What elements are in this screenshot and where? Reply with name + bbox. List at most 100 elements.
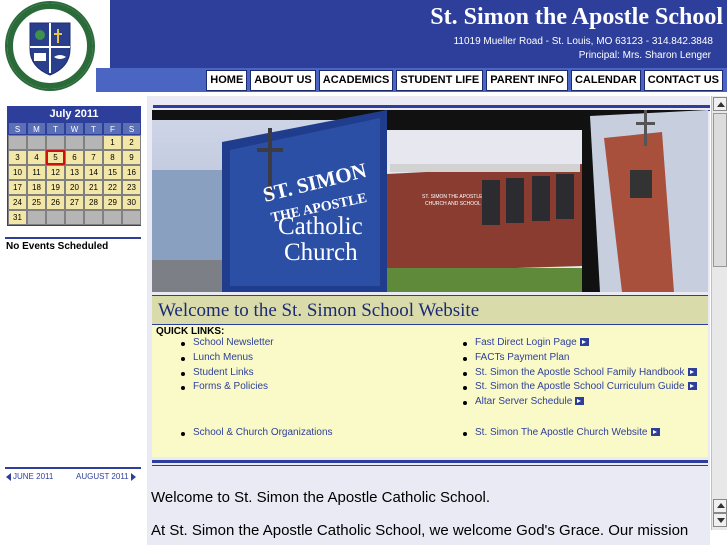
calendar-day-cell[interactable]: 20 bbox=[65, 180, 84, 195]
calendar-day-cell[interactable]: 2 bbox=[122, 135, 141, 150]
school-seal-logo[interactable] bbox=[4, 1, 96, 91]
link-family-handbook[interactable]: St. Simon the Apostle School Family Hand… bbox=[475, 367, 697, 378]
calendar-day-cell[interactable]: 25 bbox=[27, 195, 46, 210]
calendar-day-cell[interactable]: 18 bbox=[27, 180, 46, 195]
link-facts-payment-plan[interactable]: FACTs Payment Plan bbox=[475, 352, 569, 363]
external-link-icon bbox=[650, 428, 660, 436]
calendar-day-cell[interactable]: 3 bbox=[8, 150, 27, 165]
calendar-day-of-week: S bbox=[122, 122, 141, 135]
calendar-day-cell[interactable]: 6 bbox=[65, 150, 84, 165]
nav-calendar[interactable]: CALENDAR bbox=[570, 70, 641, 91]
external-link-icon bbox=[687, 368, 697, 376]
link-student-links[interactable]: Student Links bbox=[193, 367, 254, 378]
bullet-icon bbox=[463, 432, 467, 436]
calendar-month-title: July 2011 bbox=[49, 108, 99, 120]
sign-line-4: Church bbox=[284, 239, 358, 266]
calendar-grid: S M T W T F S 1 2 3 4 5 6 7 8 9 10 11 12 13 14 15 16 17 18 19 20 21… bbox=[8, 122, 141, 225]
calendar-day-of-week: T bbox=[46, 122, 65, 135]
divider bbox=[5, 467, 141, 469]
calendar-day-cell[interactable]: 12 bbox=[46, 165, 65, 180]
link-lunch-menus[interactable]: Lunch Menus bbox=[193, 352, 253, 363]
calendar-day-cell[interactable]: 19 bbox=[46, 180, 65, 195]
calendar-empty-cell bbox=[84, 135, 103, 150]
calendar-day-cell[interactable]: 23 bbox=[122, 180, 141, 195]
calendar-day-of-week: F bbox=[103, 122, 122, 135]
calendar-day-cell[interactable]: 31 bbox=[8, 210, 27, 225]
link-school-church-organizations[interactable]: School & Church Organizations bbox=[193, 427, 333, 438]
bullet-icon bbox=[181, 386, 185, 390]
welcome-banner: Welcome to the St. Simon School Website bbox=[152, 295, 708, 324]
right-arrow-icon bbox=[130, 472, 136, 481]
calendar-day-cell[interactable]: 10 bbox=[8, 165, 27, 180]
quick-links-heading: QUICK LINKS: bbox=[156, 326, 225, 337]
welcome-paragraph: Welcome to St. Simon the Apostle Catholi… bbox=[151, 489, 491, 506]
calendar-day-cell[interactable]: 13 bbox=[65, 165, 84, 180]
scrollbar-thumb[interactable] bbox=[713, 113, 727, 267]
calendar-day-cell[interactable]: 24 bbox=[8, 195, 27, 210]
bullet-icon bbox=[463, 386, 467, 390]
link-church-website[interactable]: St. Simon The Apostle Church Website bbox=[475, 427, 660, 438]
calendar-day-cell[interactable]: 8 bbox=[103, 150, 122, 165]
vertical-scrollbar[interactable] bbox=[711, 96, 727, 530]
nav-contact-us[interactable]: CONTACT US bbox=[643, 70, 723, 91]
calendar-day-cell[interactable]: 27 bbox=[65, 195, 84, 210]
calendar-today-cell[interactable]: 5 bbox=[46, 150, 65, 165]
calendar-day-of-week: T bbox=[84, 122, 103, 135]
nav-student-life[interactable]: STUDENT LIFE bbox=[396, 70, 484, 91]
calendar-empty-cell bbox=[8, 135, 27, 150]
link-fast-direct-login[interactable]: Fast Direct Login Page bbox=[475, 337, 589, 348]
calendar-day-cell[interactable]: 22 bbox=[103, 180, 122, 195]
mini-calendar: July 2011 S M T W T F S 1 2 3 4 5 6 7 8 9 10 11 12 13 14 15 16… bbox=[7, 106, 141, 226]
bullet-icon bbox=[463, 401, 467, 405]
link-label: St. Simon the Apostle School Family Hand… bbox=[475, 367, 685, 378]
quick-links-panel: QUICK LINKS: School Newsletter Lunch Men… bbox=[152, 324, 708, 457]
bullet-icon bbox=[181, 432, 185, 436]
calendar-day-cell[interactable]: 4 bbox=[27, 150, 46, 165]
navigation-bar: HOME ABOUT US ACADEMICS STUDENT LIFE PAR… bbox=[96, 68, 727, 92]
bullet-icon bbox=[181, 372, 185, 376]
up-arrow-icon bbox=[717, 503, 725, 508]
link-forms-policies[interactable]: Forms & Policies bbox=[193, 381, 268, 392]
bullet-icon bbox=[463, 342, 467, 346]
divider bbox=[5, 237, 141, 239]
calendar-day-cell[interactable]: 15 bbox=[103, 165, 122, 180]
link-altar-server-schedule[interactable]: Altar Server Schedule bbox=[475, 396, 585, 407]
calendar-day-cell[interactable]: 29 bbox=[103, 195, 122, 210]
calendar-empty-cell bbox=[103, 210, 122, 225]
scroll-down-button[interactable] bbox=[713, 513, 727, 527]
calendar-day-of-week: W bbox=[65, 122, 84, 135]
calendar-day-cell[interactable]: 11 bbox=[27, 165, 46, 180]
calendar-day-cell[interactable]: 16 bbox=[122, 165, 141, 180]
calendar-day-of-week: M bbox=[27, 122, 46, 135]
calendar-day-cell[interactable]: 21 bbox=[84, 180, 103, 195]
nav-about-us[interactable]: ABOUT US bbox=[250, 70, 316, 91]
calendar-day-cell[interactable]: 9 bbox=[122, 150, 141, 165]
calendar-day-cell[interactable]: 30 bbox=[122, 195, 141, 210]
calendar-day-cell[interactable]: 14 bbox=[84, 165, 103, 180]
link-curriculum-guide[interactable]: St. Simon the Apostle School Curriculum … bbox=[475, 381, 697, 392]
nav-home[interactable]: HOME bbox=[206, 70, 248, 91]
link-school-newsletter[interactable]: School Newsletter bbox=[193, 337, 274, 348]
calendar-day-cell[interactable]: 26 bbox=[46, 195, 65, 210]
calendar-next-month-link[interactable]: AUGUST 2011 bbox=[76, 472, 136, 481]
calendar-day-cell[interactable]: 1 bbox=[103, 135, 122, 150]
divider bbox=[152, 460, 708, 463]
calendar-day-cell[interactable]: 28 bbox=[84, 195, 103, 210]
school-address: 11019 Mueller Road - St. Louis, MO 63123… bbox=[453, 36, 713, 47]
school-name: St. Simon the Apostle School bbox=[430, 4, 723, 30]
building-sign-line-2: CHURCH AND SCHOOL bbox=[425, 201, 481, 207]
scroll-down-button[interactable] bbox=[713, 499, 727, 513]
next-month-label: AUGUST 2011 bbox=[76, 472, 129, 481]
events-status: No Events Scheduled bbox=[6, 241, 109, 252]
scroll-up-button[interactable] bbox=[713, 97, 727, 111]
nav-menu: HOME ABOUT US ACADEMICS STUDENT LIFE PAR… bbox=[206, 70, 723, 91]
calendar-day-cell[interactable]: 7 bbox=[84, 150, 103, 165]
welcome-title: Welcome to the St. Simon School Website bbox=[158, 300, 480, 321]
external-link-icon bbox=[575, 397, 585, 405]
calendar-prev-month-link[interactable]: JUNE 2011 bbox=[6, 472, 53, 481]
nav-parent-info[interactable]: PARENT INFO bbox=[486, 70, 568, 91]
nav-academics[interactable]: ACADEMICS bbox=[318, 70, 394, 91]
calendar-day-cell[interactable]: 17 bbox=[8, 180, 27, 195]
church-school-photo: ST. SIMON THE APOSTLE Catholic Church ST… bbox=[152, 110, 708, 292]
main-content: ST. SIMON THE APOSTLE Catholic Church ST… bbox=[147, 96, 710, 545]
